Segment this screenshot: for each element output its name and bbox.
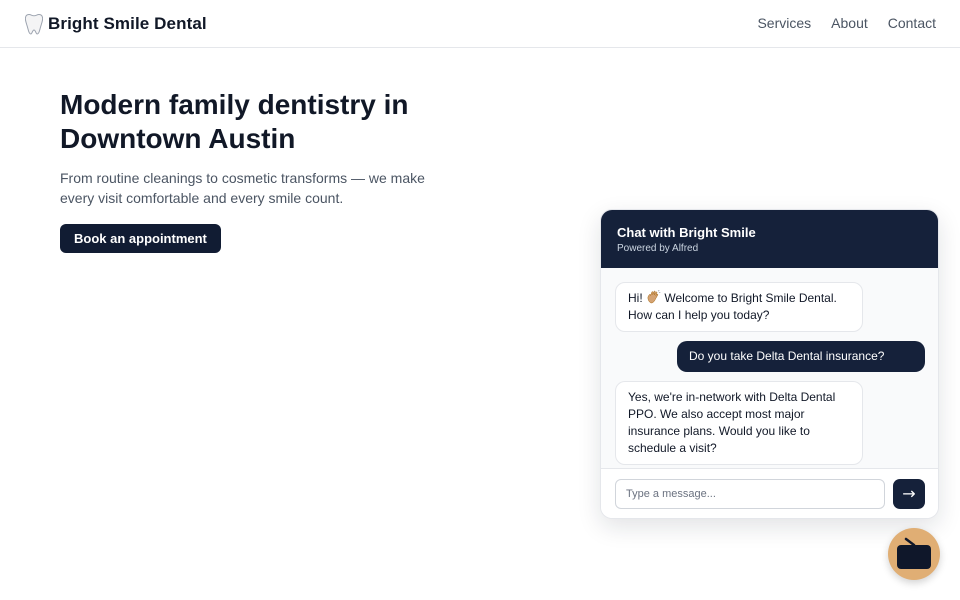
chat-messages[interactable]: Hi! Welcome to Bright Smile Dental. How … (601, 268, 938, 468)
chat-widget: Chat with Bright Smile Powered by Alfred… (600, 209, 939, 519)
chat-message-input[interactable] (615, 479, 885, 509)
tooth-icon (24, 13, 44, 35)
chat-composer: → (601, 468, 938, 518)
waving-hand-icon (647, 290, 661, 304)
hero-section: Modern family dentistry in Downtown Aust… (60, 88, 460, 253)
chat-powered-by: Powered by Alfred (617, 243, 699, 254)
hero-title: Modern family dentistry in Downtown Aust… (60, 89, 409, 154)
hero-subtitle: From routine cleanings to cosmetic trans… (60, 170, 425, 206)
brand-logo[interactable]: Bright Smile Dental (24, 13, 207, 35)
nav-link-services[interactable]: Services (757, 15, 811, 31)
send-button[interactable]: → (893, 479, 925, 509)
bot-message: Hi! Welcome to Bright Smile Dental. How … (615, 282, 863, 332)
nav-link-contact[interactable]: Contact (888, 15, 936, 31)
tv-icon (897, 537, 931, 569)
user-message: Do you take Delta Dental insurance? (677, 341, 925, 372)
bot-message-greeting: Hi! (628, 291, 646, 305)
brand-name: Bright Smile Dental (48, 14, 207, 33)
chat-launcher-button[interactable] (888, 528, 940, 580)
book-appointment-button[interactable]: Book an appointment (60, 224, 221, 253)
nav-links: Services About Contact (737, 15, 936, 31)
chat-title: Chat with Bright Smile (617, 225, 756, 240)
bot-message: Yes, we're in-network with Delta Dental … (615, 381, 863, 465)
nav-link-about[interactable]: About (831, 15, 868, 31)
top-navigation: Bright Smile Dental Services About Conta… (0, 0, 960, 48)
chat-header: Chat with Bright Smile Powered by Alfred (601, 210, 938, 268)
